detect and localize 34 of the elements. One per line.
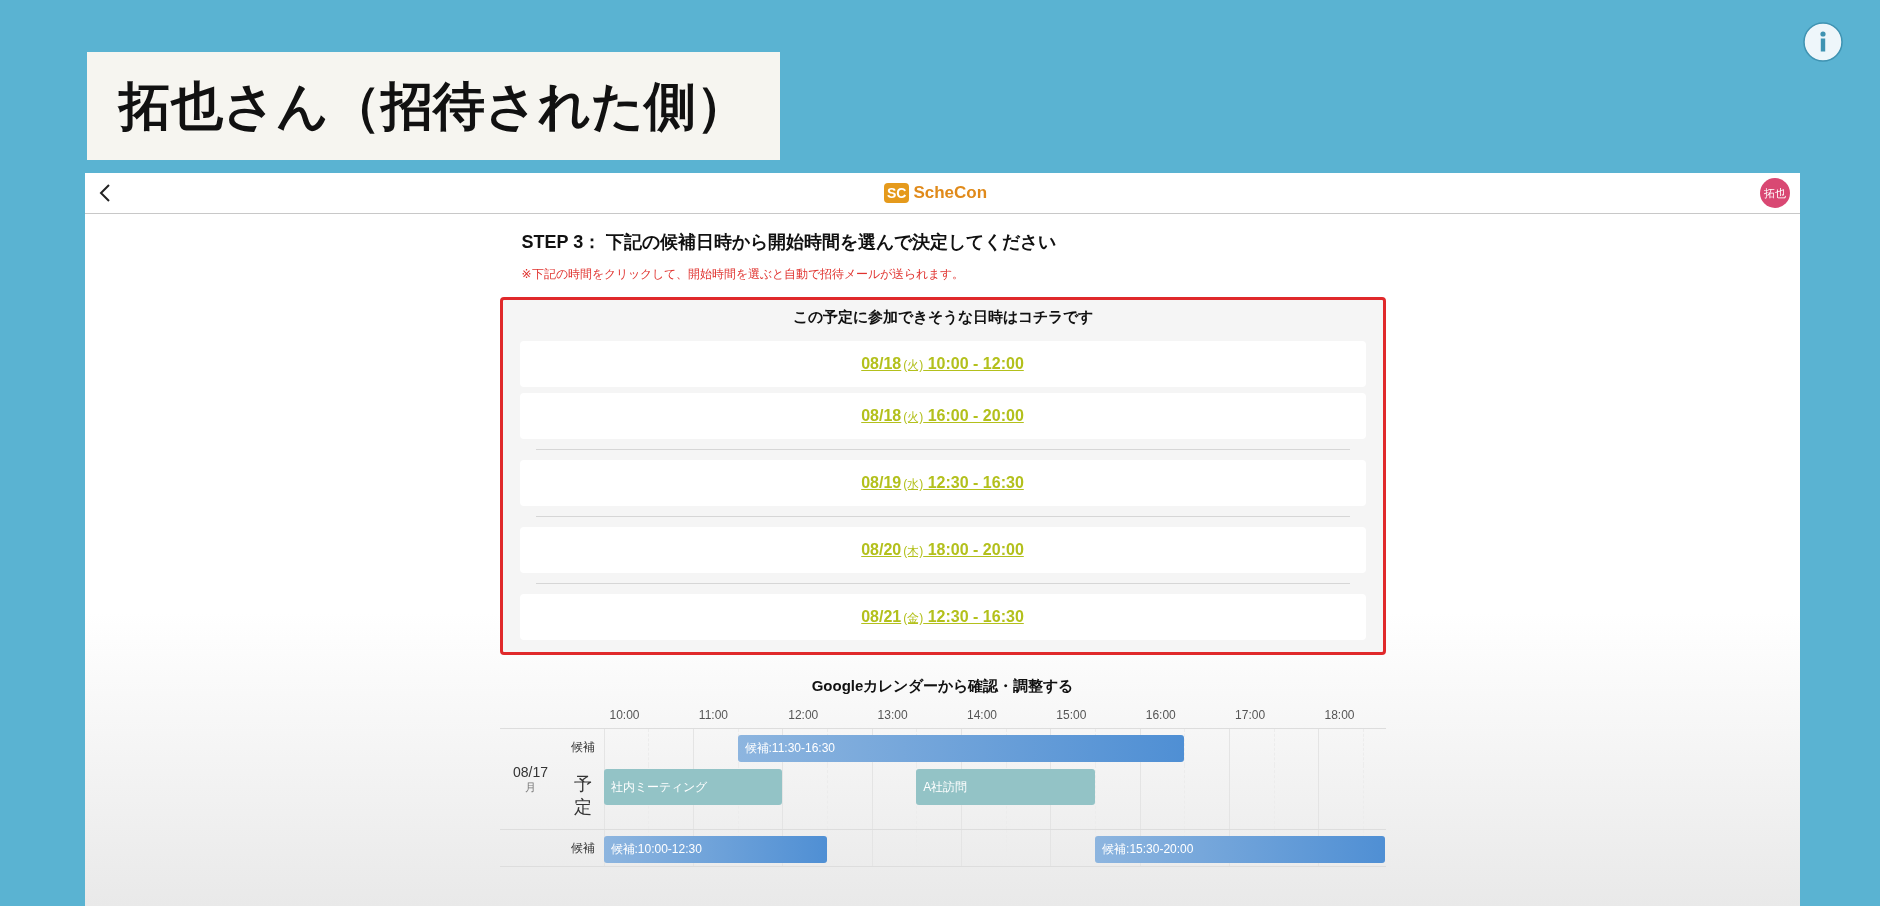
time-slot-link[interactable]: 08/18(火) 10:00 - 12:00	[861, 354, 1024, 374]
hour-label: 10:00	[609, 708, 640, 722]
hour-label: 13:00	[877, 708, 908, 722]
hour-label: 18:00	[1324, 708, 1355, 722]
step-title: STEP 3： 下記の候補日時から開始時間を選んで決定してください	[521, 231, 1058, 254]
candidate-bar[interactable]: 候補:10:00-12:30	[603, 836, 827, 863]
candidate-bar[interactable]: 候補:11:30-16:30	[737, 735, 1185, 762]
caption-banner: 拓也さん（招待された側）	[87, 52, 780, 160]
back-chevron-icon[interactable]	[99, 183, 111, 203]
calendar-title: Googleカレンダーから確認・調整する	[810, 677, 1075, 696]
info-icon[interactable]	[1803, 22, 1843, 62]
candidate-bar[interactable]: 候補:15:30-20:00	[1095, 836, 1386, 863]
time-slot-link[interactable]: 08/18(火) 16:00 - 20:00	[861, 406, 1024, 426]
calendar-event[interactable]: 社内ミーティング	[603, 769, 783, 805]
row-label: 候補	[569, 840, 596, 857]
day-date: 08/17	[512, 763, 548, 780]
hour-label: 11:00	[698, 708, 728, 722]
user-avatar[interactable]: 拓也	[1760, 178, 1790, 208]
calendar-event[interactable]: A社訪問	[916, 769, 1096, 805]
hour-label: 15:00	[1056, 708, 1087, 722]
row-label: 候補	[569, 739, 596, 756]
panel-title: この予定に参加できそうな日時はコチラです	[791, 308, 1094, 327]
hour-label: 17:00	[1235, 708, 1266, 722]
time-slot-link[interactable]: 08/19(水) 12:30 - 16:30	[861, 473, 1024, 493]
logo-text: ScheCon	[913, 183, 988, 203]
row-label: 予定	[572, 773, 593, 820]
time-slot-link[interactable]: 08/21(金) 12:30 - 16:30	[861, 607, 1024, 627]
instruction-note: ※下記の時間をクリックして、開始時間を選ぶと自動で招待メールが送られます。	[521, 266, 965, 283]
logo-mark: SC	[883, 183, 910, 203]
hour-label: 14:00	[967, 708, 997, 722]
day-weekday: 月	[525, 779, 536, 795]
hour-label: 16:00	[1145, 708, 1176, 722]
hour-label: 12:00	[788, 708, 819, 722]
time-slot-link[interactable]: 08/20(木) 18:00 - 20:00	[861, 540, 1024, 560]
